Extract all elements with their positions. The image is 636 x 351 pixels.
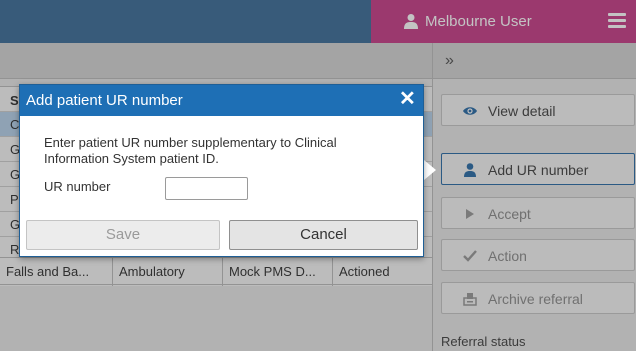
dialog-title: Add patient UR number <box>26 92 183 109</box>
ur-number-input[interactable] <box>165 177 248 200</box>
cancel-button[interactable]: Cancel <box>229 220 418 250</box>
ur-number-label: UR number <box>44 179 111 194</box>
close-icon[interactable]: ✕ <box>399 89 416 109</box>
save-button[interactable]: Save <box>26 220 220 250</box>
add-ur-number-dialog: Add patient UR number ✕ Enter patient UR… <box>19 84 424 257</box>
dialog-pointer <box>424 160 436 180</box>
dialog-header: Add patient UR number ✕ <box>20 85 423 116</box>
dialog-description: Enter patient UR number supplementary to… <box>44 135 337 166</box>
